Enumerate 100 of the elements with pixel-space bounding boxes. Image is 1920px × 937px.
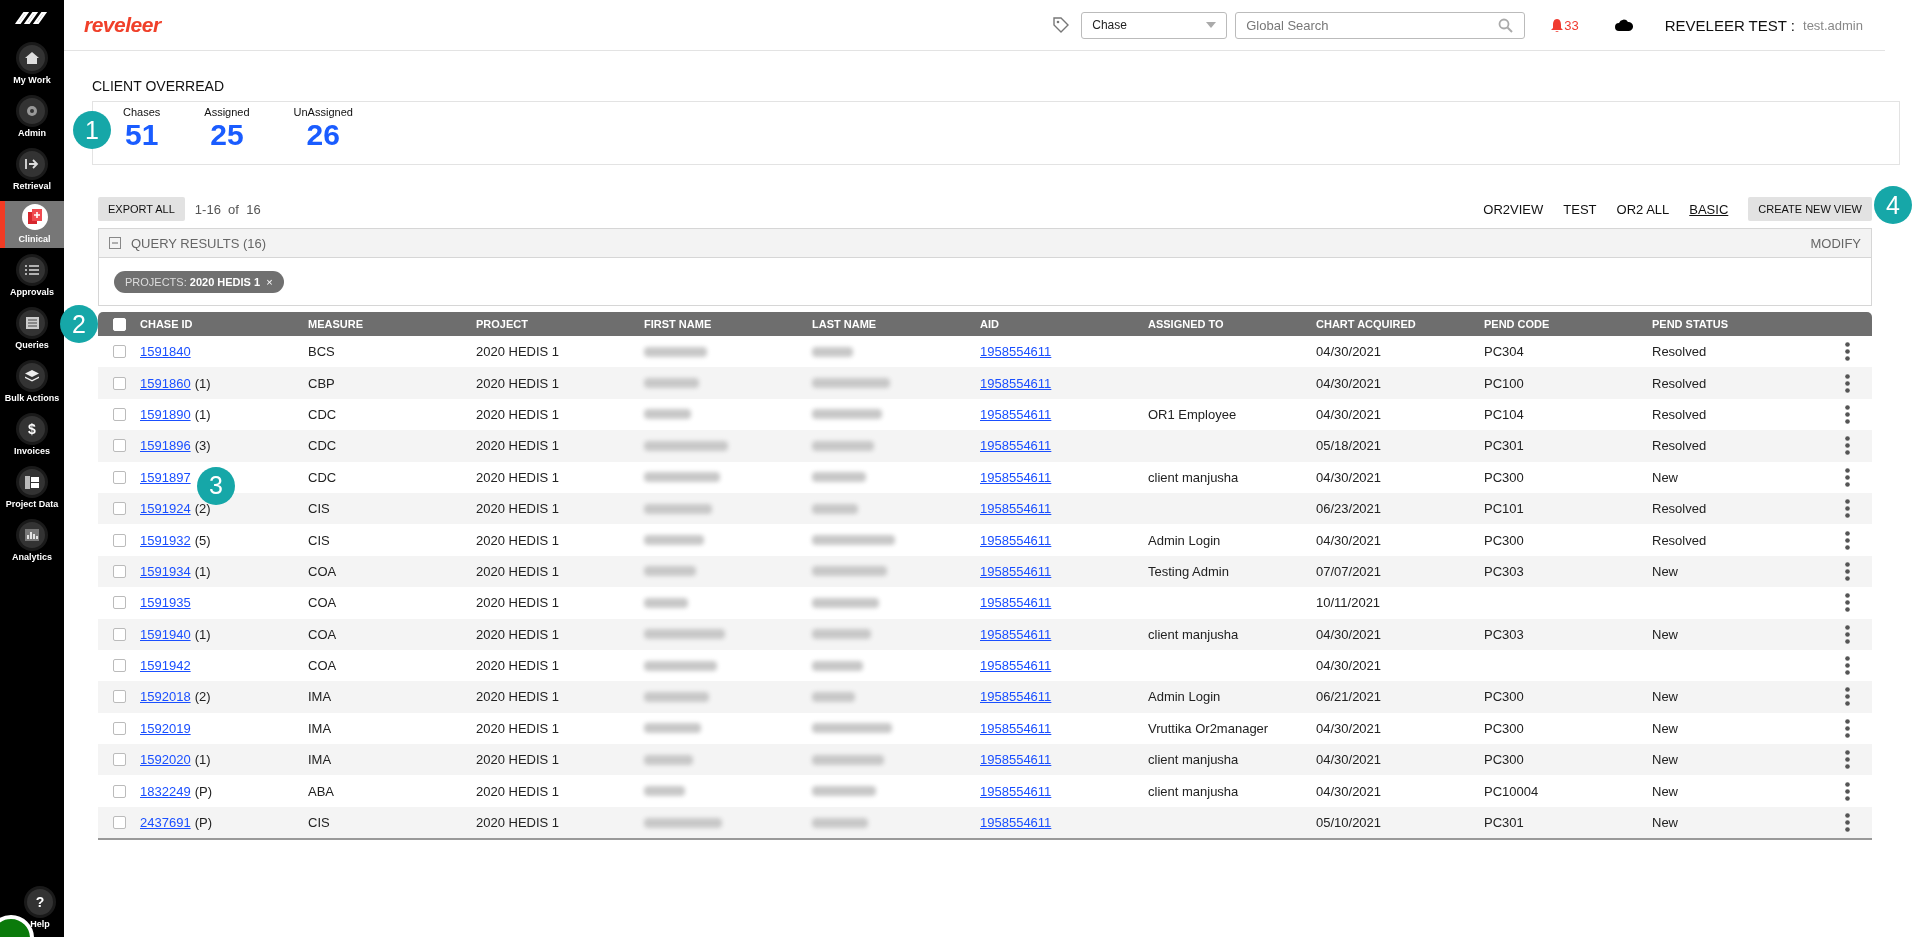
nav-item[interactable]: My Work: [0, 42, 64, 89]
alerts-button[interactable]: 33: [1551, 17, 1579, 33]
aid-link[interactable]: 1958554611: [980, 501, 1052, 517]
more-icon[interactable]: [1845, 656, 1850, 676]
row-checkbox[interactable]: [112, 407, 126, 421]
row-checkbox[interactable]: [112, 439, 126, 453]
chase-id-link[interactable]: 1592018: [140, 689, 191, 705]
type-select[interactable]: Chase: [1081, 11, 1228, 39]
modify-link[interactable]: MODIFY: [1810, 235, 1861, 251]
column-header[interactable]: PEND STATUS: [1652, 318, 1820, 330]
row-checkbox[interactable]: [112, 502, 126, 516]
view-tab[interactable]: BASIC: [1689, 201, 1729, 217]
more-icon[interactable]: [1845, 530, 1850, 550]
aid-link[interactable]: 1958554611: [980, 720, 1052, 736]
aid-link[interactable]: 1958554611: [980, 375, 1052, 391]
select-all-checkbox[interactable]: [112, 317, 126, 331]
more-icon[interactable]: [1845, 467, 1850, 487]
stat-value[interactable]: 51: [124, 118, 159, 152]
stat-value[interactable]: 26: [306, 118, 340, 152]
aid-link[interactable]: 1958554611: [980, 815, 1052, 831]
column-header[interactable]: PROJECT: [476, 318, 644, 330]
user-name[interactable]: test.admin: [1803, 17, 1863, 33]
nav-item[interactable]: Clinical: [0, 201, 64, 248]
row-checkbox[interactable]: [112, 784, 126, 798]
row-checkbox[interactable]: [112, 690, 126, 704]
column-header[interactable]: ASSIGNED TO: [1148, 318, 1316, 330]
aid-link[interactable]: 1958554611: [980, 783, 1052, 799]
nav-item[interactable]: Analytics: [0, 519, 64, 566]
row-checkbox[interactable]: [112, 376, 126, 390]
more-icon[interactable]: [1845, 499, 1850, 519]
nav-item[interactable]: Project Data: [0, 466, 64, 513]
more-icon[interactable]: [1845, 687, 1850, 707]
column-header[interactable]: FIRST NAME: [644, 318, 812, 330]
more-icon[interactable]: [1845, 342, 1850, 362]
column-header[interactable]: CHART ACQUIRED: [1316, 318, 1484, 330]
chase-id-link[interactable]: 1591940: [140, 626, 191, 642]
chase-id-link[interactable]: 1592019: [140, 720, 191, 736]
nav-item[interactable]: Bulk Actions: [0, 360, 64, 407]
chase-id-link[interactable]: 1591896: [140, 438, 191, 454]
chase-id-link[interactable]: 2437691: [140, 815, 191, 831]
chase-id-link[interactable]: 1591890: [140, 406, 191, 422]
aid-link[interactable]: 1958554611: [980, 532, 1052, 548]
column-header[interactable]: AID: [980, 318, 1148, 330]
stat-value[interactable]: 25: [210, 118, 244, 152]
create-view-button[interactable]: CREATE NEW VIEW: [1748, 197, 1872, 221]
row-checkbox[interactable]: [112, 627, 126, 641]
export-button[interactable]: EXPORT ALL: [98, 197, 185, 221]
more-icon[interactable]: [1845, 750, 1850, 770]
row-checkbox[interactable]: [112, 659, 126, 673]
row-checkbox[interactable]: [112, 596, 126, 610]
chase-id-link[interactable]: 1591897: [140, 469, 191, 485]
chase-id-link[interactable]: 1832249: [140, 783, 191, 799]
more-icon[interactable]: [1845, 718, 1850, 738]
column-header[interactable]: LAST NAME: [812, 318, 980, 330]
chase-id-link[interactable]: 1591932: [140, 532, 191, 548]
chase-id-link[interactable]: 1591860: [140, 375, 191, 391]
view-tab[interactable]: OR2VIEW: [1483, 201, 1544, 217]
aid-link[interactable]: 1958554611: [980, 344, 1052, 360]
aid-link[interactable]: 1958554611: [980, 469, 1052, 485]
row-checkbox[interactable]: [112, 345, 126, 359]
more-icon[interactable]: [1845, 624, 1850, 644]
view-tab[interactable]: TEST: [1563, 201, 1597, 217]
nav-item[interactable]: Admin: [0, 95, 64, 142]
cloud-icon[interactable]: [1614, 19, 1633, 31]
chase-id-link[interactable]: 1591934: [140, 563, 191, 579]
search-field[interactable]: Global Search: [1235, 11, 1526, 39]
chase-id-link[interactable]: 1591942: [140, 658, 191, 674]
more-icon[interactable]: [1845, 813, 1850, 833]
collapse-icon[interactable]: [109, 237, 121, 249]
more-icon[interactable]: [1845, 593, 1850, 613]
aid-link[interactable]: 1958554611: [980, 689, 1052, 705]
row-checkbox[interactable]: [112, 721, 126, 735]
more-icon[interactable]: [1845, 404, 1850, 424]
view-tab[interactable]: OR2 ALL: [1616, 201, 1670, 217]
filter-chip[interactable]: PROJECTS: 2020 HEDIS 1 ×: [114, 270, 284, 293]
aid-link[interactable]: 1958554611: [980, 563, 1052, 579]
row-checkbox[interactable]: [112, 753, 126, 767]
nav-item[interactable]: Retrieval: [0, 148, 64, 195]
row-checkbox[interactable]: [112, 816, 126, 830]
more-icon[interactable]: [1845, 436, 1850, 456]
more-icon[interactable]: [1845, 373, 1850, 393]
aid-link[interactable]: 1958554611: [980, 658, 1052, 674]
tag-icon[interactable]: [1053, 17, 1070, 33]
chase-id-link[interactable]: 1591935: [140, 595, 191, 611]
aid-link[interactable]: 1958554611: [980, 752, 1052, 768]
aid-link[interactable]: 1958554611: [980, 438, 1052, 454]
row-checkbox[interactable]: [112, 533, 126, 547]
column-header[interactable]: PEND CODE: [1484, 318, 1652, 330]
chase-id-link[interactable]: 1591840: [140, 344, 191, 360]
aid-link[interactable]: 1958554611: [980, 626, 1052, 642]
aid-link[interactable]: 1958554611: [980, 406, 1052, 422]
more-icon[interactable]: [1845, 781, 1850, 801]
chase-id-link[interactable]: 1591924: [140, 501, 191, 517]
nav-item[interactable]: Approvals: [0, 254, 64, 301]
row-checkbox[interactable]: [112, 470, 126, 484]
row-checkbox[interactable]: [112, 564, 126, 578]
column-header[interactable]: MEASURE: [308, 318, 476, 330]
chase-id-link[interactable]: 1592020: [140, 752, 191, 768]
nav-item[interactable]: $ Invoices: [0, 413, 64, 460]
column-header[interactable]: CHASE ID: [140, 318, 308, 330]
